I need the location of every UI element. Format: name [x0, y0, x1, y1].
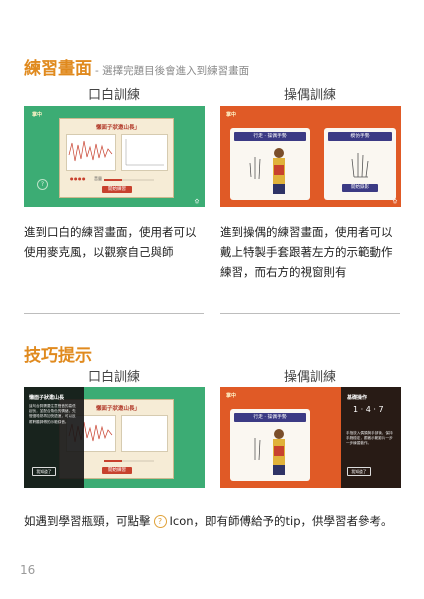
demo-card: 行走 · 操偶手勢: [230, 128, 310, 200]
column-heading-voice-tips: 口白訓練: [87, 370, 140, 385]
screenshot-voice-practice: 掌中 懶面子狀邀山長」 ●●●● 音量 開始練習 ?: [24, 106, 205, 207]
master-waveform: [66, 134, 116, 171]
mimic-card: 模仿手勢 開始錄影: [324, 128, 396, 200]
column-heading-puppet-tips: 操偶訓練: [283, 370, 336, 385]
tip-instruction: 如遇到學習瓶頸，可點擊? Icon，即有師傅給予的tip，供學習者參考。: [24, 511, 404, 531]
practice-poster: 懶面子狀邀山長」 ●●●● 音量 開始練習: [59, 118, 174, 198]
column-heading-voice: 口白訓練: [87, 88, 140, 103]
page-number: 16: [20, 563, 36, 577]
user-waveform: [121, 415, 168, 452]
tip-text: 手指放入偶頭與手部後，保持手腕穩定，跟著示範影片一步一步練習動作。: [346, 431, 393, 446]
mimic-card-title: 模仿手勢: [328, 132, 392, 141]
column-heading-puppet: 操偶訓練: [283, 88, 336, 103]
record-button[interactable]: 開始錄影: [342, 184, 378, 192]
start-practice-button[interactable]: 開始練習: [102, 186, 132, 193]
help-icon[interactable]: ?: [37, 179, 48, 190]
back-icon[interactable]: [194, 198, 200, 204]
tip-text: 這句台詞需要注意聲音的高低起伏，並配合角色的情緒，先慢慢唸熟再加快語速，可以反覆…: [29, 404, 76, 424]
progress-dots: ●●●●: [70, 176, 86, 181]
demo-card: 行走 · 操偶手勢: [230, 409, 310, 481]
section-title-practice: 練習畫面 - 選擇完題目後會進入到練習畫面: [24, 54, 249, 79]
volume-fill: [104, 179, 122, 181]
screenshot-voice-tip: 懶面子狀邀山長」 開始練習 懶面子狀邀山長 這句台詞需要注意聲音的高低起伏，並配…: [24, 387, 205, 488]
description-puppet: 進到操偶的練習畫面，使用者可以戴上特製手套跟著左方的示範動作練習，而右方的視窗則…: [220, 225, 393, 279]
demo-card-title: 行走 · 操偶手勢: [234, 413, 306, 422]
tip-dismiss-button[interactable]: 我知道了: [32, 467, 56, 476]
demo-card-title: 行走 · 操偶手勢: [234, 132, 306, 141]
help-icon[interactable]: ?: [153, 515, 167, 528]
section-subtitle: - 選擇完題目後會進入到練習畫面: [95, 65, 250, 77]
tip-panel: 懶面子狀邀山長 這句台詞需要注意聲音的高低起伏，並配合角色的情緒，先慢慢唸熟再加…: [24, 387, 84, 488]
back-icon[interactable]: [392, 198, 398, 204]
tip-title: 基礎操作: [347, 395, 368, 401]
section-title-text: 練習畫面: [24, 59, 92, 79]
app-logo: 掌中: [226, 112, 237, 118]
user-waveform: [121, 134, 168, 171]
puppet-figure: [254, 429, 285, 475]
waveform-graphic: [68, 140, 113, 162]
divider-left: [24, 313, 204, 314]
volume-fill: [104, 460, 122, 462]
mic-label: 音量: [94, 176, 102, 181]
tip-step-numbers: 1 · 4 · 7: [353, 405, 384, 414]
line-title: 懶面子狀邀山長」: [96, 125, 141, 131]
screenshot-puppet-tip: 掌中 行走 · 操偶手勢 基礎操作 1 · 4 · 7 手指放入偶頭與手部後，保…: [220, 387, 401, 488]
tip-instruction-end: Icon，即有師傅給予的tip，供學習者參考。: [169, 514, 393, 528]
puppet-figure: [249, 148, 285, 194]
app-logo: 掌中: [226, 393, 237, 399]
start-practice-button[interactable]: 開始練習: [102, 467, 132, 474]
hand-outline-icon: [351, 153, 369, 178]
section-title-tips: 技巧提示: [24, 346, 92, 366]
empty-graph: [125, 139, 164, 166]
tip-panel: 基礎操作 1 · 4 · 7 手指放入偶頭與手部後，保持手腕穩定，跟著示範影片一…: [341, 387, 401, 488]
description-voice: 進到口白的練習畫面，使用者可以使用麥克風，以觀察自己與師: [24, 225, 197, 259]
screenshot-puppet-practice: 掌中 行走 · 操偶手勢 模仿手勢 開始錄影: [220, 106, 401, 207]
tip-instruction-start: 如遇到學習瓶頸，可點擊: [24, 514, 151, 528]
divider-right: [220, 313, 400, 314]
line-title: 懶面子狀邀山長」: [96, 406, 141, 412]
tip-dismiss-button[interactable]: 我知道了: [347, 467, 371, 476]
app-logo: 掌中: [32, 112, 43, 118]
tip-title: 懶面子狀邀山長: [29, 395, 65, 401]
